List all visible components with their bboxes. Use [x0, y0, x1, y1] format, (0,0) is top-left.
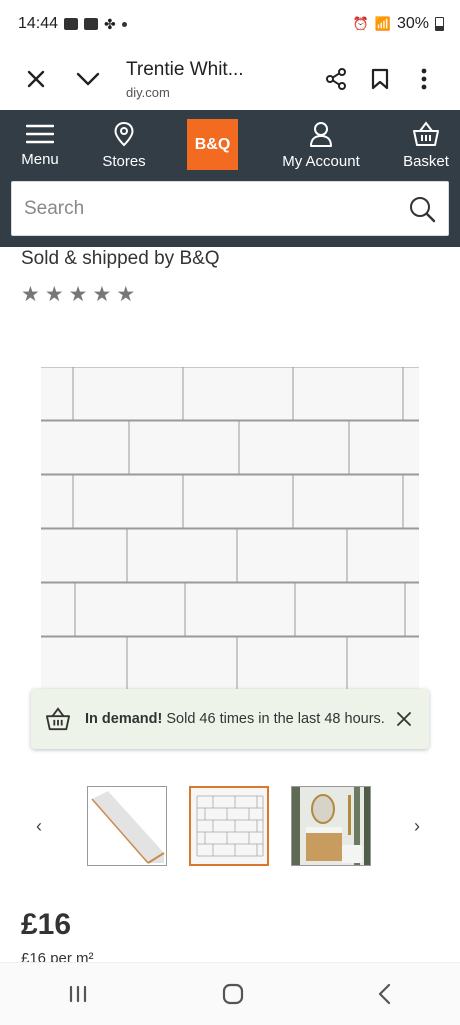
subway-tile-image — [41, 367, 419, 695]
back-icon[interactable] — [377, 983, 393, 1005]
rating-stars[interactable]: ★ ★ ★ ★ ★ — [21, 284, 135, 305]
image-gallery: ‹ › — [0, 786, 460, 868]
seller-info: Sold & shipped by B&Q — [21, 248, 220, 269]
mail-notification-icon — [84, 18, 99, 30]
browser-toolbar: Trentie Whit... diy.com — [0, 48, 460, 110]
gallery-thumbnail-selected[interactable] — [189, 786, 269, 866]
in-demand-banner: In demand! Sold 46 times in the last 48 … — [31, 689, 429, 749]
url-display[interactable]: Trentie Whit... diy.com — [110, 59, 314, 100]
basket-icon — [413, 121, 439, 146]
star-icon: ★ — [68, 283, 88, 306]
search-icon[interactable] — [408, 195, 436, 223]
tile-edge-thumbnail — [88, 787, 166, 865]
alarm-icon: ⏰ — [352, 16, 369, 31]
more-options-button[interactable] — [402, 57, 446, 101]
status-time: 14:44 — [18, 15, 59, 32]
gallery-thumbnail[interactable] — [87, 786, 167, 866]
product-price: £16 — [21, 908, 72, 941]
bq-logo[interactable]: B&Q — [187, 119, 238, 170]
share-icon — [326, 68, 346, 90]
fan-notification-icon: ✤ — [104, 15, 116, 32]
menu-label: Menu — [21, 151, 59, 168]
gallery-notification-icon — [64, 18, 79, 30]
basket-icon — [46, 707, 70, 731]
bookmark-button[interactable] — [358, 57, 402, 101]
search-bar[interactable]: Search — [11, 181, 449, 236]
my-account-label: My Account — [282, 153, 360, 170]
close-icon — [27, 70, 45, 88]
menu-button[interactable]: Menu — [18, 123, 62, 168]
chevron-right-icon[interactable]: › — [414, 816, 420, 837]
location-pin-icon — [114, 121, 134, 147]
chevron-down-icon — [76, 72, 100, 86]
star-icon: ★ — [92, 283, 112, 306]
star-icon: ★ — [44, 283, 64, 306]
more-vert-icon — [421, 68, 427, 90]
close-tab-button[interactable] — [14, 57, 58, 101]
more-notifications-icon — [121, 21, 127, 27]
page-title: Trentie Whit... — [126, 58, 244, 80]
status-bar: 14:44 ✤ ⏰ 📶 30% — [0, 0, 460, 48]
basket-label: Basket — [403, 153, 449, 170]
basket-button[interactable]: Basket — [400, 121, 452, 170]
site-header: Menu Stores B&Q My Account Basket Search — [0, 110, 460, 247]
battery-icon — [435, 17, 444, 31]
tile-wall-thumbnail — [191, 788, 267, 864]
close-icon — [397, 712, 411, 726]
star-icon: ★ — [116, 283, 136, 306]
recent-apps-icon[interactable] — [67, 984, 89, 1004]
product-main-image[interactable] — [41, 367, 419, 695]
bathroom-thumbnail — [292, 787, 370, 865]
wifi-icon: 📶 — [374, 16, 391, 31]
gallery-thumbnail[interactable] — [291, 786, 371, 866]
stores-button[interactable]: Stores — [98, 121, 150, 170]
system-nav-bar — [0, 962, 460, 1025]
my-account-button[interactable]: My Account — [277, 121, 365, 170]
minimize-button[interactable] — [66, 57, 110, 101]
in-demand-message: In demand! Sold 46 times in the last 48 … — [71, 709, 389, 729]
hamburger-icon — [26, 124, 54, 144]
stores-label: Stores — [102, 153, 146, 170]
dismiss-banner-button[interactable] — [389, 704, 419, 734]
bookmark-icon — [371, 68, 389, 90]
chevron-left-icon[interactable]: ‹ — [36, 816, 42, 837]
star-icon: ★ — [21, 283, 40, 306]
account-icon — [310, 122, 332, 147]
in-demand-text: Sold 46 times in the last 48 hours. — [162, 711, 385, 727]
home-icon[interactable] — [222, 983, 244, 1005]
battery-level: 30% — [396, 15, 429, 32]
in-demand-heading: In demand! — [85, 711, 163, 727]
page-domain: diy.com — [126, 84, 170, 100]
search-input[interactable]: Search — [24, 198, 408, 220]
share-button[interactable] — [314, 57, 358, 101]
